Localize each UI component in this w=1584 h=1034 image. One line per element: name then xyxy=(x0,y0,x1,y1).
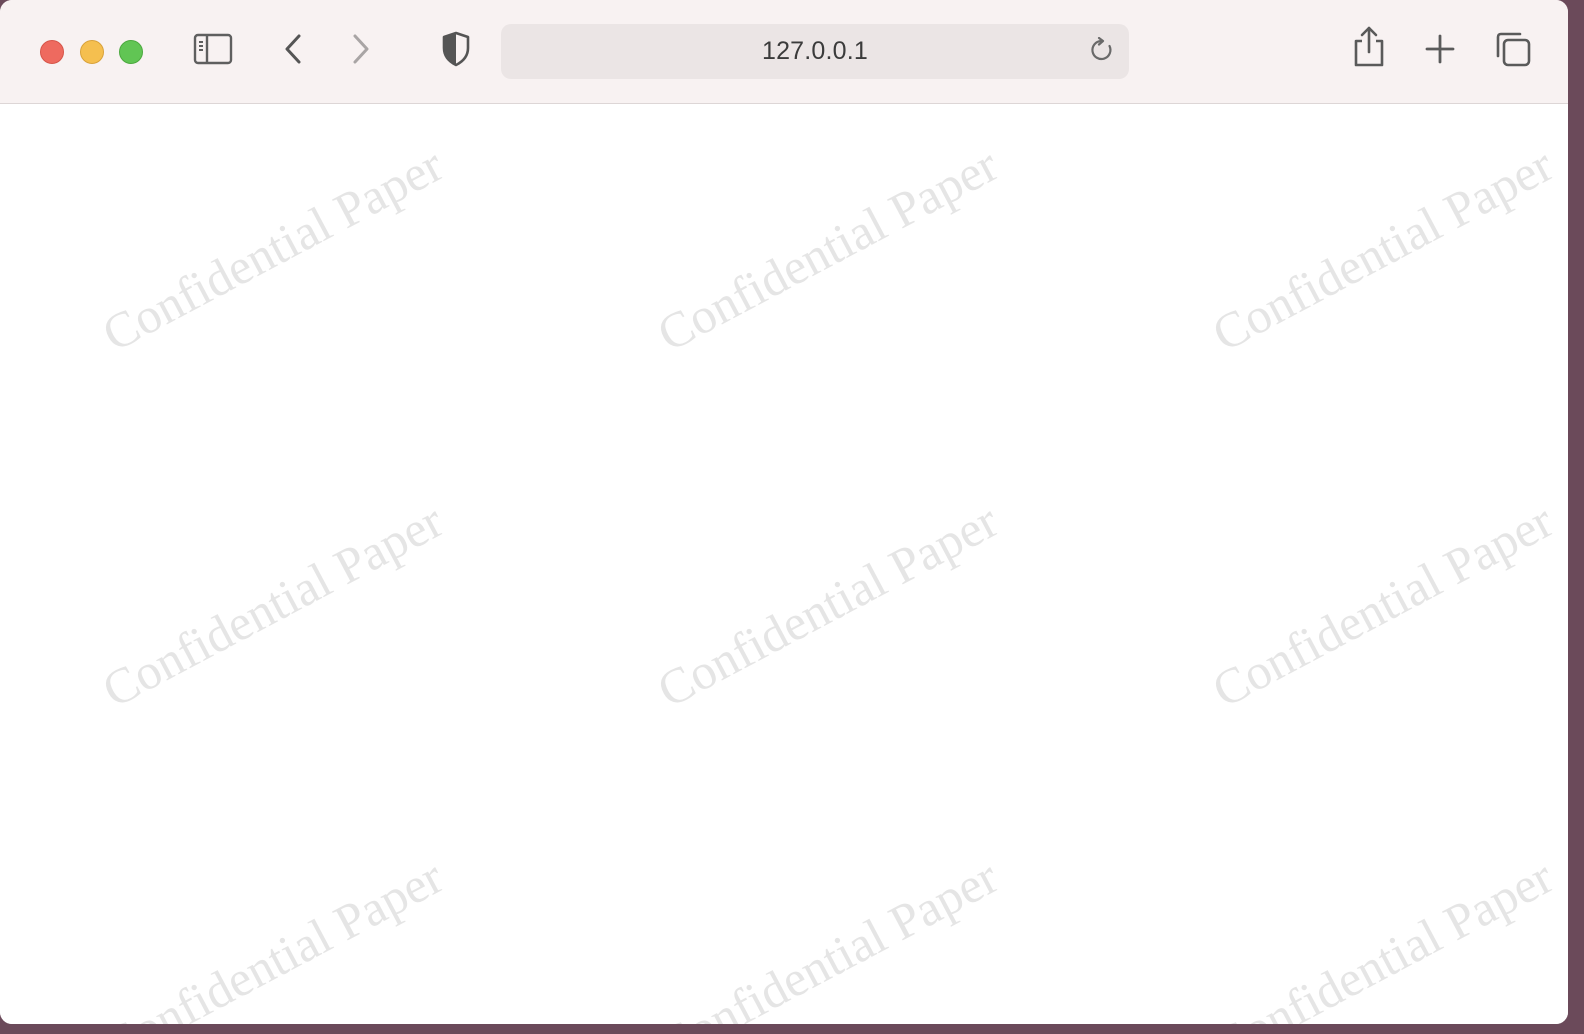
chevron-right-icon xyxy=(351,33,371,70)
url-text: 127.0.0.1 xyxy=(761,37,869,65)
forward-button[interactable] xyxy=(346,32,376,70)
close-window-button[interactable] xyxy=(40,40,64,64)
shield-icon xyxy=(441,31,471,72)
watermark-text: Confidential Paper xyxy=(93,136,452,363)
share-button[interactable] xyxy=(1349,26,1389,72)
watermark-text: Confidential Paper xyxy=(648,492,1007,719)
watermark-text: Confidential Paper xyxy=(1203,492,1562,719)
maximize-window-button[interactable] xyxy=(119,40,143,64)
tab-overview-button[interactable] xyxy=(1492,30,1534,72)
privacy-report-button[interactable] xyxy=(438,31,474,71)
back-button[interactable] xyxy=(278,32,308,70)
watermark-text: Confidential Paper xyxy=(93,848,452,1024)
plus-icon xyxy=(1424,33,1456,70)
watermark-text: Confidential Paper xyxy=(648,136,1007,363)
browser-toolbar: 127.0.0.1 xyxy=(0,0,1568,104)
sidebar-toggle-button[interactable] xyxy=(192,33,234,69)
browser-window: 127.0.0.1 Confidential Paper Confidentia… xyxy=(0,0,1568,1024)
watermark-text: Confidential Paper xyxy=(1203,136,1562,363)
new-tab-button[interactable] xyxy=(1420,31,1460,71)
reload-button[interactable] xyxy=(1087,36,1117,68)
watermark-text: Confidential Paper xyxy=(1203,848,1562,1024)
minimize-window-button[interactable] xyxy=(80,40,104,64)
address-bar[interactable]: 127.0.0.1 xyxy=(501,24,1129,79)
sidebar-icon xyxy=(193,33,233,70)
chevron-left-icon xyxy=(283,33,303,70)
page-content: Confidential Paper Confidential Paper Co… xyxy=(0,105,1568,1024)
tab-overview-icon xyxy=(1494,30,1532,73)
watermark-text: Confidential Paper xyxy=(648,848,1007,1024)
reload-icon xyxy=(1089,36,1115,68)
watermark-text: Confidential Paper xyxy=(93,492,452,719)
share-icon xyxy=(1351,25,1387,74)
